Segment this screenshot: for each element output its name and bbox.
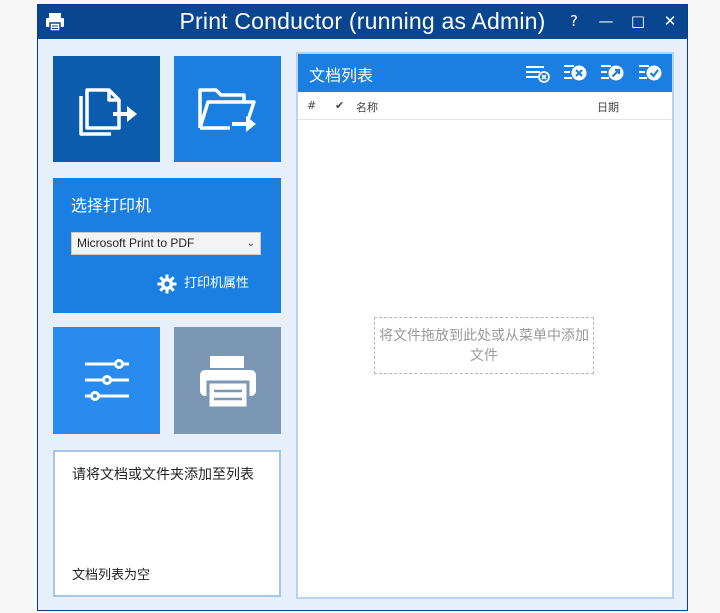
status-panel: 请将文档或文件夹添加至列表 文档列表为空 bbox=[53, 450, 281, 597]
sliders-icon bbox=[85, 359, 129, 401]
printer-dropdown[interactable]: Microsoft Print to PDF ⌄ bbox=[71, 232, 261, 255]
select-printer-label: 选择打印机 bbox=[71, 196, 152, 215]
document-list-header: 文档列表 bbox=[298, 54, 672, 92]
add-files-icon bbox=[79, 88, 137, 136]
window-title: Print Conductor (running as Admin) bbox=[179, 8, 546, 34]
add-folder-button[interactable] bbox=[174, 56, 281, 162]
column-index[interactable]: # bbox=[307, 99, 316, 112]
drop-zone[interactable]: 将文件拖放到此处或从菜单中添加文件 bbox=[374, 317, 594, 374]
chevron-down-icon: ⌄ bbox=[246, 238, 255, 249]
remove-selected-icon[interactable] bbox=[524, 62, 550, 84]
printer-dropdown-value: Microsoft Print to PDF bbox=[77, 236, 195, 250]
title-bar: Print Conductor (running as Admin) ? — □… bbox=[38, 5, 687, 39]
column-check[interactable]: ✔ bbox=[335, 99, 344, 112]
move-icon[interactable] bbox=[599, 62, 625, 84]
app-window: Print Conductor (running as Admin) ? — □… bbox=[37, 4, 688, 611]
document-list-columns: # ✔ 名称 日期 bbox=[298, 92, 672, 120]
printer-properties-link[interactable]: 打印机属性 bbox=[157, 272, 249, 296]
remove-icon[interactable] bbox=[562, 62, 588, 84]
document-list-title: 文档列表 bbox=[309, 66, 374, 85]
list-status-text: 文档列表为空 bbox=[72, 568, 151, 583]
status-message: 请将文档或文件夹添加至列表 bbox=[72, 467, 254, 483]
printer-icon bbox=[200, 356, 256, 410]
help-button[interactable]: ? bbox=[561, 9, 587, 33]
print-button[interactable] bbox=[174, 327, 281, 434]
printer-panel: 选择打印机 Microsoft Print to PDF ⌄ 打印机属性 bbox=[53, 178, 281, 313]
document-list-panel: 文档列表 # ✔ 名称 日期 将文件拖放到此处或从菜单中添加文件 bbox=[296, 52, 674, 599]
close-button[interactable]: ✕ bbox=[657, 9, 683, 33]
add-folder-icon bbox=[198, 88, 256, 132]
gear-icon bbox=[157, 274, 177, 294]
clear-list-icon[interactable] bbox=[637, 62, 663, 84]
maximize-button[interactable]: □ bbox=[625, 9, 651, 33]
add-files-button[interactable] bbox=[53, 56, 160, 162]
settings-button[interactable] bbox=[53, 327, 160, 434]
printer-properties-label: 打印机属性 bbox=[184, 276, 250, 291]
column-date[interactable]: 日期 bbox=[597, 99, 619, 115]
minimize-button[interactable]: — bbox=[593, 9, 619, 33]
column-name[interactable]: 名称 bbox=[356, 99, 378, 115]
